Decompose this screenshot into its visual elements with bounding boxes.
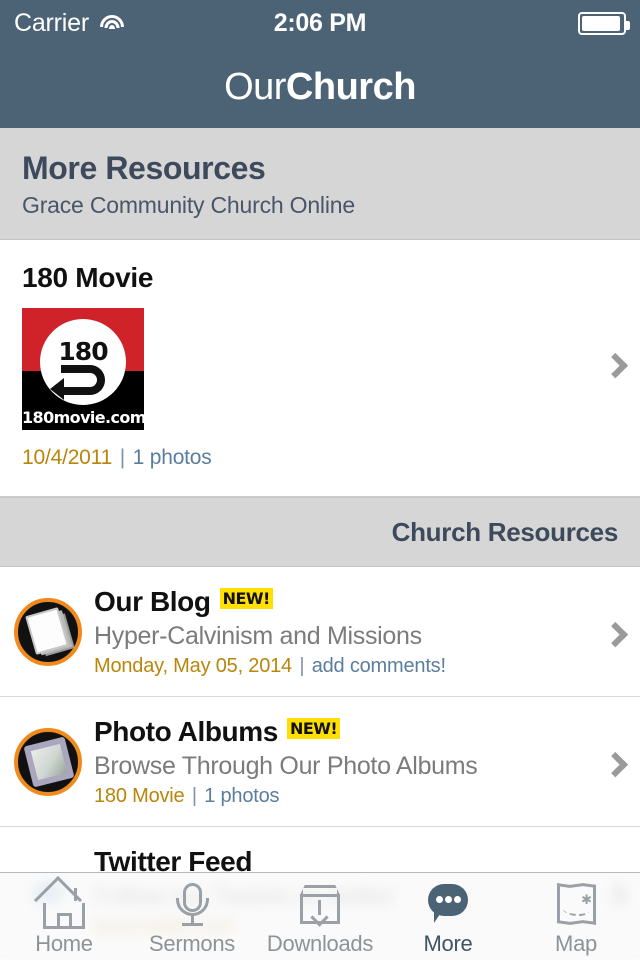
tab-label-sermons: Sermons — [149, 931, 235, 956]
tab-downloads[interactable]: Downloads — [256, 873, 384, 957]
thumbnail-caption: 180movie.com — [22, 408, 144, 427]
page-subtitle: Grace Community Church Online — [22, 192, 355, 218]
tab-home[interactable]: Home — [0, 873, 128, 957]
wifi-icon — [99, 14, 125, 33]
list-item-title: Our Blog NEW! — [94, 586, 580, 618]
tab-more[interactable]: More — [384, 873, 512, 957]
add-comments-link[interactable]: add comments! — [312, 655, 446, 677]
chevron-right-icon[interactable] — [602, 751, 629, 777]
album-thumbnail[interactable]: 180 180movie.com — [22, 308, 144, 430]
featured-album-photo-count[interactable]: 1 photos — [133, 446, 212, 469]
uturn-arrow-icon — [61, 365, 105, 396]
blog-book-icon — [14, 597, 82, 666]
new-badge: NEW! — [219, 588, 273, 609]
list-item-meta: 180 Movie | 1 photos — [94, 785, 580, 808]
featured-album-meta: 10/4/2011 | 1 photos — [22, 446, 618, 470]
list-item-meta: Monday, May 05, 2014 | add comments! — [94, 655, 580, 678]
uturn-arrowhead-icon — [50, 378, 64, 400]
list-item-title-text: Photo Albums — [94, 715, 278, 747]
meta-separator: | — [119, 446, 125, 469]
tab-map[interactable]: ✱ Map — [512, 873, 640, 957]
brand-text-our: Our — [224, 65, 286, 108]
list-item-subtitle: Browse Through Our Photo Albums — [94, 751, 478, 780]
list-item-date: Monday, May 05, 2014 — [94, 654, 292, 677]
app-brand-title: OurChurch — [224, 66, 416, 109]
list-item-photo-count[interactable]: 1 photos — [204, 785, 279, 807]
tab-label-map: Map — [555, 931, 597, 956]
meta-separator: | — [299, 654, 305, 677]
list-item-title-text: Our Blog — [94, 585, 211, 617]
home-icon — [33, 875, 92, 929]
section-header-church-resources: Church Resources — [0, 497, 640, 567]
meta-separator: | — [191, 784, 197, 807]
featured-album-date: 10/4/2011 — [22, 446, 113, 469]
microphone-icon — [164, 881, 220, 929]
tab-label-downloads: Downloads — [266, 931, 374, 956]
page-header: More Resources Grace Community Church On… — [0, 128, 640, 240]
thumbnail-number: 180 — [58, 337, 108, 367]
status-bar-left: Carrier — [14, 9, 125, 38]
battery-icon — [578, 11, 630, 35]
list-item-our-blog[interactable]: Our Blog NEW! Hyper-Calvinism and Missio… — [0, 567, 640, 697]
speech-bubble-icon — [420, 881, 476, 929]
tab-bar: Home Sermons Downloads More ✱ Map — [0, 872, 640, 960]
status-bar: Carrier 2:06 PM — [0, 0, 640, 46]
photo-frame-icon — [14, 727, 82, 796]
map-icon: ✱ — [548, 881, 604, 929]
tab-label-more: More — [423, 931, 473, 956]
chevron-right-icon[interactable] — [602, 621, 629, 647]
download-icon — [292, 881, 348, 929]
tab-label-home: Home — [35, 931, 93, 956]
tab-sermons[interactable]: Sermons — [128, 873, 256, 957]
navigation-bar: OurChurch — [0, 46, 640, 128]
list-item-body: Our Blog NEW! Hyper-Calvinism and Missio… — [94, 586, 580, 678]
list-item-title: Photo Albums NEW! — [94, 716, 580, 748]
featured-album-title: 180 Movie — [22, 262, 154, 293]
section-header-label: Church Resources — [391, 516, 619, 547]
carrier-label: Carrier — [14, 8, 89, 37]
list-item-album-name: 180 Movie — [94, 784, 185, 807]
brand-text-church: Church — [285, 65, 417, 108]
list-item-photo-albums[interactable]: Photo Albums NEW! Browse Through Our Pho… — [0, 697, 640, 827]
chevron-right-icon[interactable] — [602, 352, 629, 379]
page-title: More Resources — [22, 150, 266, 186]
list-item-subtitle: Hyper-Calvinism and Missions — [94, 621, 422, 650]
featured-album-cell[interactable]: 180 Movie 180 180movie.com 10/4/2011 | 1… — [0, 240, 640, 497]
new-badge: NEW! — [286, 718, 341, 739]
list-item-body: Photo Albums NEW! Browse Through Our Pho… — [94, 716, 580, 808]
status-bar-right — [578, 11, 630, 35]
app-screen: Carrier 2:06 PM OurChurch More Resources… — [0, 0, 640, 960]
